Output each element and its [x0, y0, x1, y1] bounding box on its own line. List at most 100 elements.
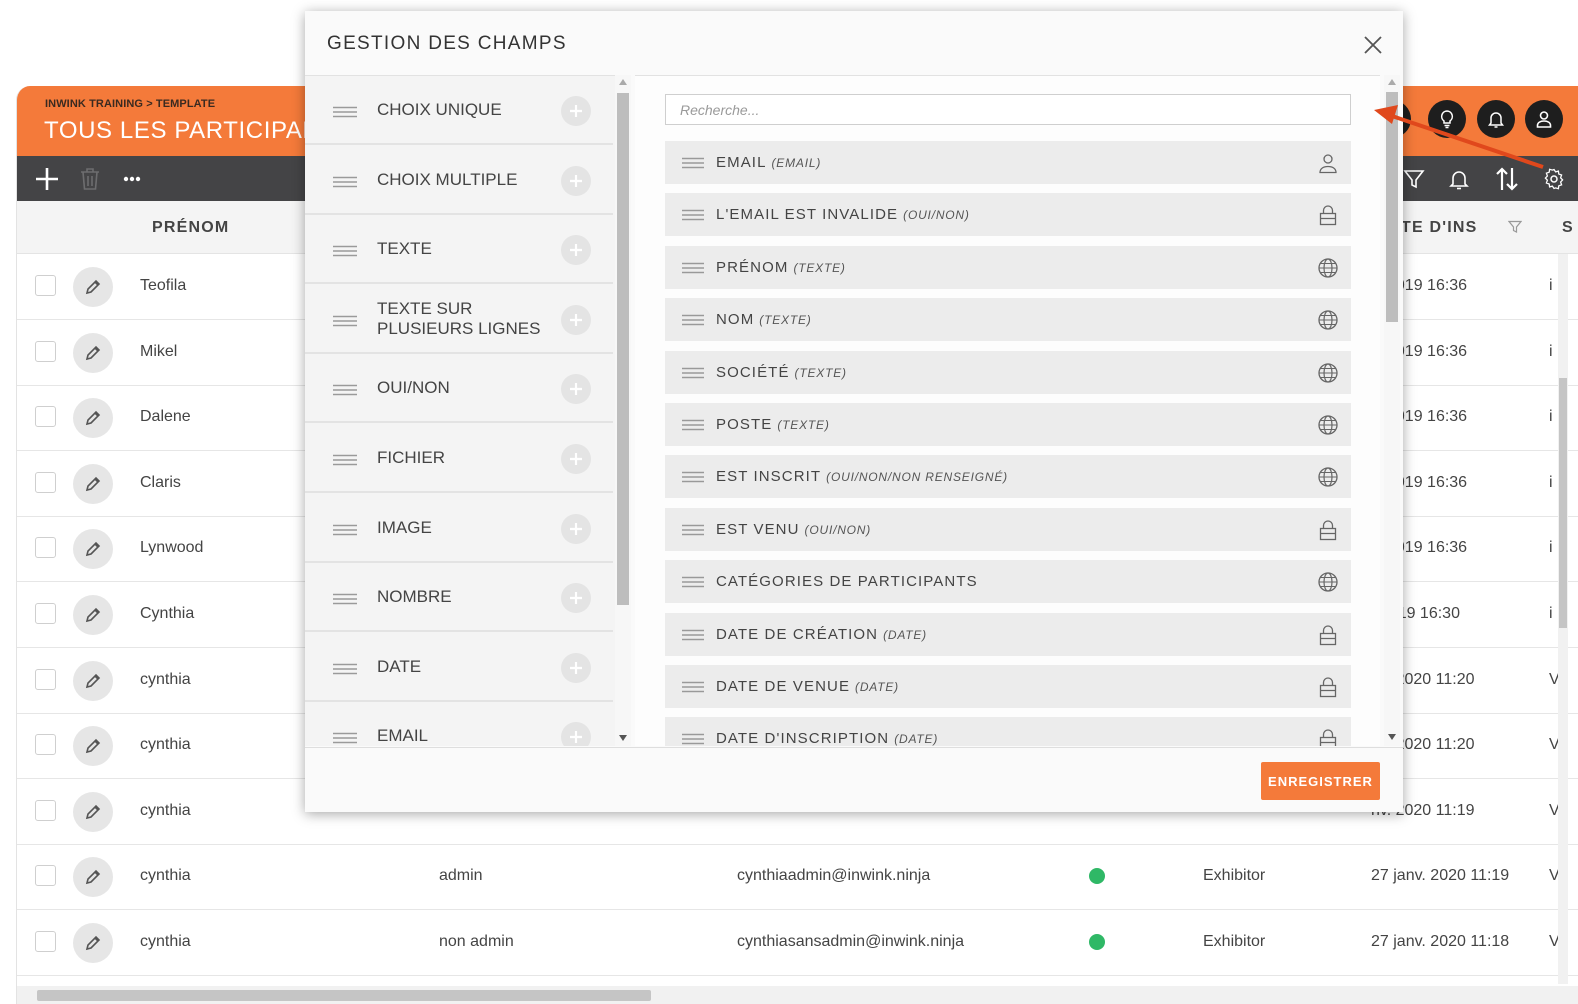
drag-handle-icon[interactable]: [682, 471, 704, 483]
drag-handle-icon[interactable]: [333, 454, 357, 466]
drag-handle[interactable]: [682, 366, 704, 384]
add-field-button[interactable]: [561, 583, 591, 614]
field-row[interactable]: PRÉNOM (TEXTE): [665, 245, 1351, 289]
field-type-item[interactable]: DATE: [305, 632, 613, 702]
drag-handle[interactable]: [682, 208, 704, 226]
drag-handle[interactable]: [333, 244, 357, 262]
drag-handle-icon[interactable]: [333, 106, 357, 118]
drag-handle[interactable]: [682, 575, 704, 593]
sort-button[interactable]: [1489, 156, 1525, 201]
row-checkbox[interactable]: [35, 471, 56, 493]
row-checkbox[interactable]: [35, 799, 56, 821]
drag-handle-icon[interactable]: [333, 524, 357, 536]
row-checkbox[interactable]: [35, 865, 56, 887]
row-checkbox[interactable]: [35, 406, 56, 428]
add-field-button[interactable]: [561, 304, 591, 335]
field-row[interactable]: EST VENU (OUI/NON): [665, 507, 1351, 551]
drag-handle-icon[interactable]: [682, 629, 704, 641]
field-row[interactable]: POSTE (TEXTE): [665, 403, 1351, 446]
edit-button[interactable]: [73, 529, 113, 570]
more-button[interactable]: [115, 156, 149, 201]
column-header-prenom[interactable]: PRÉNOM: [152, 219, 229, 237]
edit-button[interactable]: [73, 267, 113, 307]
table-vertical-scrollbar[interactable]: [1558, 254, 1568, 984]
edit-button[interactable]: [73, 463, 113, 504]
field-row[interactable]: DATE DE CRÉATION (DATE): [665, 612, 1351, 656]
drag-handle[interactable]: [682, 261, 704, 279]
scrollbar-thumb[interactable]: [617, 93, 629, 605]
add-field-button[interactable]: [561, 374, 591, 405]
delete-button[interactable]: [73, 156, 107, 201]
field-type-item[interactable]: NOMBRE: [305, 563, 613, 633]
settings-button[interactable]: [1539, 156, 1569, 201]
drag-handle-icon[interactable]: [333, 384, 357, 396]
add-field-button[interactable]: [561, 96, 591, 126]
drag-handle-icon[interactable]: [333, 176, 357, 188]
drag-handle[interactable]: [333, 105, 357, 123]
field-row[interactable]: L'EMAIL EST INVALIDE (OUI/NON): [665, 193, 1351, 237]
row-checkbox[interactable]: [35, 340, 56, 362]
field-type-item[interactable]: IMAGE: [305, 493, 613, 563]
row-checkbox[interactable]: [35, 668, 56, 690]
add-field-button[interactable]: [561, 513, 591, 544]
edit-button[interactable]: [73, 857, 113, 898]
drag-handle[interactable]: [333, 662, 357, 680]
drag-handle[interactable]: [333, 731, 357, 746]
field-type-item[interactable]: OUI/NON: [305, 354, 613, 424]
edit-button[interactable]: [73, 398, 113, 439]
drag-handle[interactable]: [682, 313, 704, 331]
notifications-button[interactable]: [1441, 156, 1477, 201]
add-field-button[interactable]: [561, 722, 591, 746]
add-field-button[interactable]: [561, 235, 591, 266]
field-row[interactable]: DATE DE VENUE (DATE): [665, 665, 1351, 708]
add-field-button[interactable]: [561, 652, 591, 683]
drag-handle[interactable]: [682, 156, 704, 174]
drag-handle-icon[interactable]: [333, 315, 357, 327]
close-button[interactable]: [1360, 32, 1386, 58]
drag-handle-icon[interactable]: [682, 209, 704, 221]
drag-handle-icon[interactable]: [682, 419, 704, 431]
drag-handle[interactable]: [682, 628, 704, 646]
field-type-item[interactable]: CHOIX MULTIPLE: [305, 145, 613, 215]
row-checkbox[interactable]: [35, 275, 56, 296]
drag-handle[interactable]: [333, 523, 357, 541]
drag-handle-icon[interactable]: [682, 576, 704, 588]
bell-icon[interactable]: [1477, 100, 1515, 138]
drag-handle[interactable]: [682, 418, 704, 436]
field-row[interactable]: DATE D'INSCRIPTION (DATE): [665, 717, 1351, 746]
user-icon[interactable]: [1525, 100, 1563, 138]
row-checkbox[interactable]: [35, 734, 56, 756]
field-list-scrollbar[interactable]: [1384, 75, 1400, 746]
drag-handle[interactable]: [333, 314, 357, 332]
scrollbar-thumb[interactable]: [37, 990, 651, 1001]
field-row[interactable]: CATÉGORIES DE PARTICIPANTS: [665, 560, 1351, 604]
drag-handle[interactable]: [682, 732, 704, 746]
table-row[interactable]: cynthia admin cynthiaadmin@inwink.ninja Exh…: [17, 844, 1578, 911]
scrollbar-thumb[interactable]: [1386, 92, 1398, 322]
drag-handle[interactable]: [333, 175, 357, 193]
drag-handle-icon[interactable]: [682, 367, 704, 379]
add-button[interactable]: [25, 156, 69, 201]
drag-handle-icon[interactable]: [682, 733, 704, 745]
scrollbar-thumb[interactable]: [1559, 378, 1567, 628]
field-type-item[interactable]: TEXTE SUR PLUSIEURS LIGNES: [305, 284, 613, 354]
drag-handle[interactable]: [333, 453, 357, 471]
drag-handle-icon[interactable]: [682, 262, 704, 274]
field-type-scrollbar[interactable]: [615, 75, 631, 746]
edit-button[interactable]: [73, 923, 113, 963]
column-filter-icon[interactable]: [1508, 220, 1522, 234]
drag-handle-icon[interactable]: [333, 732, 357, 744]
drag-handle[interactable]: [682, 680, 704, 698]
row-checkbox[interactable]: [35, 931, 56, 952]
field-row[interactable]: EST INSCRIT (OUI/NON/NON RENSEIGNÉ): [665, 455, 1351, 499]
field-type-item[interactable]: CHOIX UNIQUE: [305, 76, 613, 145]
drag-handle[interactable]: [333, 592, 357, 610]
scroll-down-icon[interactable]: [619, 735, 627, 741]
scroll-up-icon[interactable]: [1388, 79, 1396, 85]
row-checkbox[interactable]: [35, 537, 56, 559]
column-header-date-inscription[interactable]: TE D'INS: [1401, 219, 1478, 237]
row-checkbox[interactable]: [35, 603, 56, 624]
breadcrumb[interactable]: INWINK TRAINING > TEMPLATE: [45, 98, 215, 110]
column-header-extra[interactable]: S: [1562, 219, 1574, 237]
field-type-item[interactable]: TEXTE: [305, 215, 613, 285]
